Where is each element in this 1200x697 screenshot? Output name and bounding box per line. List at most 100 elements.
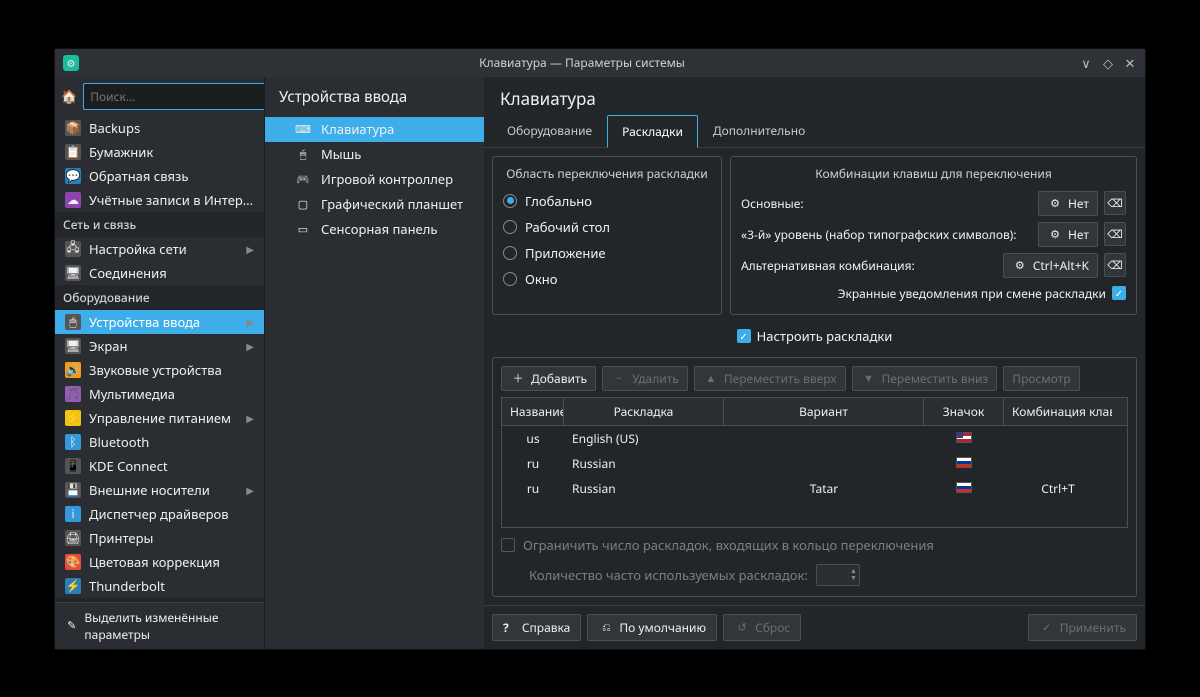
module-sidebar-title: Устройства ввода xyxy=(265,77,484,117)
highlight-changed-button[interactable]: ✎ Выделить изменённые параметры xyxy=(55,602,264,649)
switch-area-option[interactable]: Приложение xyxy=(503,240,711,266)
module-sidebar: Устройства ввода ⌨Клавиатура🖱Мышь 🎮 Игрово… xyxy=(264,77,484,649)
radio-icon xyxy=(503,272,517,286)
apply-button[interactable]: ✓Применить xyxy=(1028,614,1137,641)
chevron-right-icon: ▶ xyxy=(246,339,254,353)
radio-label: Окно xyxy=(525,270,558,288)
sidebar-item[interactable]: ℹДиспетчер драйверов xyxy=(55,502,264,526)
pencil-icon: ✎ xyxy=(65,618,78,634)
sidebar-item-label: Соединения xyxy=(89,264,254,282)
osd-checkbox[interactable] xyxy=(1112,286,1126,300)
sidebar-item-icon: 🎨 xyxy=(65,554,81,570)
sidebar-item[interactable]: 🎨Цветовая коррекция xyxy=(55,550,264,574)
module-item-icon: 🎮 xyxy=(295,171,311,187)
table-header[interactable]: Комбинация клавиш xyxy=(1004,398,1112,425)
defaults-button[interactable]: ⎌По умолчанию xyxy=(587,614,717,641)
layouts-table: НазваниеРаскладкаВариантЗначокКомбинация… xyxy=(501,397,1128,528)
table-row[interactable]: ruRussian xyxy=(502,451,1127,476)
shortcut-button[interactable]: Нет xyxy=(1038,222,1098,247)
cell-variant xyxy=(724,426,924,451)
sidebar-item[interactable]: 🖥Соединения xyxy=(55,261,264,285)
limit-label: Ограничить число раскладок, входящих в к… xyxy=(523,536,934,554)
module-item-icon: ⌨ xyxy=(295,121,311,137)
sidebar-item[interactable]: ⚡Thunderbolt xyxy=(55,574,264,598)
sidebar-item[interactable]: 🖱Устройства ввода▶ xyxy=(55,310,264,334)
layouts-box: ＋Добавить −Удалить ▲Переместить вверх ▼П… xyxy=(492,357,1137,597)
help-button[interactable]: ? Справка xyxy=(492,614,581,641)
highlight-label: Выделить изменённые параметры xyxy=(84,609,254,643)
shortcut-button[interactable]: Ctrl+Alt+K xyxy=(1003,253,1098,278)
clear-shortcut-button[interactable] xyxy=(1104,222,1126,246)
shortcut-row: Основные:Нет xyxy=(741,188,1126,219)
sidebar-item[interactable]: 💬Обратная связь xyxy=(55,164,264,188)
table-row[interactable]: usEnglish (US) xyxy=(502,426,1127,451)
module-item[interactable]: ⌨Клавиатура xyxy=(265,117,484,142)
module-item[interactable]: 🖱Мышь xyxy=(265,142,484,167)
gear-icon xyxy=(1047,226,1063,242)
sidebar-item[interactable]: ☁Учётные записи в Интернете xyxy=(55,188,264,212)
table-header[interactable]: Значок xyxy=(924,398,1004,425)
category-sidebar: 🏠 ☰ 📦Backups📋Бумажник💬Обратная связь☁Учё… xyxy=(55,77,264,649)
sidebar-item[interactable]: 🖧Настройка сети▶ xyxy=(55,237,264,261)
titlebar: ⚙ Клавиатура — Параметры системы ∨ ◇ ✕ xyxy=(55,49,1145,77)
table-header[interactable]: Вариант xyxy=(724,398,924,425)
sidebar-item[interactable]: 📋Бумажник xyxy=(55,140,264,164)
radio-label: Приложение xyxy=(525,244,606,262)
close-button[interactable]: ✕ xyxy=(1123,56,1137,70)
remove-layout-button[interactable]: −Удалить xyxy=(602,366,688,391)
sidebar-item[interactable]: 💾Внешние носители▶ xyxy=(55,478,264,502)
home-icon[interactable]: 🏠 xyxy=(61,86,77,106)
sidebar-item-icon: ⚡ xyxy=(65,578,81,594)
sidebar-item-label: Экран xyxy=(89,337,238,355)
sidebar-item[interactable]: ᛒBluetooth xyxy=(55,430,264,454)
shortcut-row: «3-й» уровень (набор типографских символ… xyxy=(741,219,1126,250)
shortcut-button[interactable]: Нет xyxy=(1038,191,1098,216)
shortcuts-fieldset: Комбинации клавиш для переключения Основ… xyxy=(730,156,1137,315)
module-item[interactable]: ▢Графический планшет xyxy=(265,192,484,217)
module-item[interactable]: 🎮 Игровой контроллер xyxy=(265,167,484,192)
configure-layouts-row: Настроить раскладки xyxy=(492,323,1137,349)
module-item-label: Игровой контроллер xyxy=(321,170,453,188)
sidebar-item[interactable]: 🖥Экран▶ xyxy=(55,334,264,358)
reset-button[interactable]: ↺Сброс xyxy=(723,614,801,641)
radio-icon xyxy=(503,246,517,260)
clear-shortcut-button[interactable] xyxy=(1104,253,1126,277)
tab[interactable]: Раскладки xyxy=(607,115,698,148)
sidebar-item[interactable]: 📦Backups xyxy=(55,116,264,140)
search-input[interactable] xyxy=(83,83,264,110)
preview-button[interactable]: Просмотр xyxy=(1003,366,1079,391)
table-row[interactable]: ruRussianTatarCtrl+T xyxy=(502,476,1127,501)
sidebar-item[interactable]: 🔊Звуковые устройства xyxy=(55,358,264,382)
sidebar-item[interactable]: ⚡Управление питанием▶ xyxy=(55,406,264,430)
maximize-button[interactable]: ◇ xyxy=(1101,56,1115,70)
configure-layouts-checkbox[interactable] xyxy=(737,329,751,343)
move-down-button[interactable]: ▼Переместить вниз xyxy=(852,366,998,391)
sidebar-item[interactable]: 📱KDE Connect xyxy=(55,454,264,478)
table-header[interactable]: Название xyxy=(502,398,564,425)
switch-area-option[interactable]: Глобально xyxy=(503,188,711,214)
sidebar-item-icon: 📱 xyxy=(65,458,81,474)
module-item[interactable]: ▭Сенсорная панель xyxy=(265,217,484,242)
cell-variant xyxy=(724,451,924,476)
add-layout-button[interactable]: ＋Добавить xyxy=(501,366,596,391)
clear-shortcut-button[interactable] xyxy=(1104,191,1126,215)
sidebar-item[interactable]: 🖨Принтеры xyxy=(55,526,264,550)
defaults-icon: ⎌ xyxy=(598,619,614,635)
table-header[interactable]: Раскладка xyxy=(564,398,724,425)
shortcut-row: Альтернативная комбинация:Ctrl+Alt+K xyxy=(741,250,1126,281)
switch-area-option[interactable]: Окно xyxy=(503,266,711,292)
switch-area-option[interactable]: Рабочий стол xyxy=(503,214,711,240)
move-up-button[interactable]: ▲Переместить вверх xyxy=(694,366,846,391)
tab[interactable]: Оборудование xyxy=(492,114,607,147)
chevron-right-icon: ▶ xyxy=(246,315,254,329)
sidebar-item-label: Учётные записи в Интернете xyxy=(89,191,254,209)
limit-checkbox[interactable] xyxy=(501,538,515,552)
up-icon: ▲ xyxy=(703,370,719,386)
cell-layout: Russian xyxy=(564,451,724,476)
app-icon: ⚙ xyxy=(63,55,79,71)
sidebar-item[interactable]: 🎵Мультимедиа xyxy=(55,382,264,406)
count-spinbox[interactable]: ▲▼ xyxy=(816,564,860,586)
tab[interactable]: Дополнительно xyxy=(698,114,820,147)
minimize-button[interactable]: ∨ xyxy=(1079,56,1093,70)
flag-icon xyxy=(956,432,972,443)
